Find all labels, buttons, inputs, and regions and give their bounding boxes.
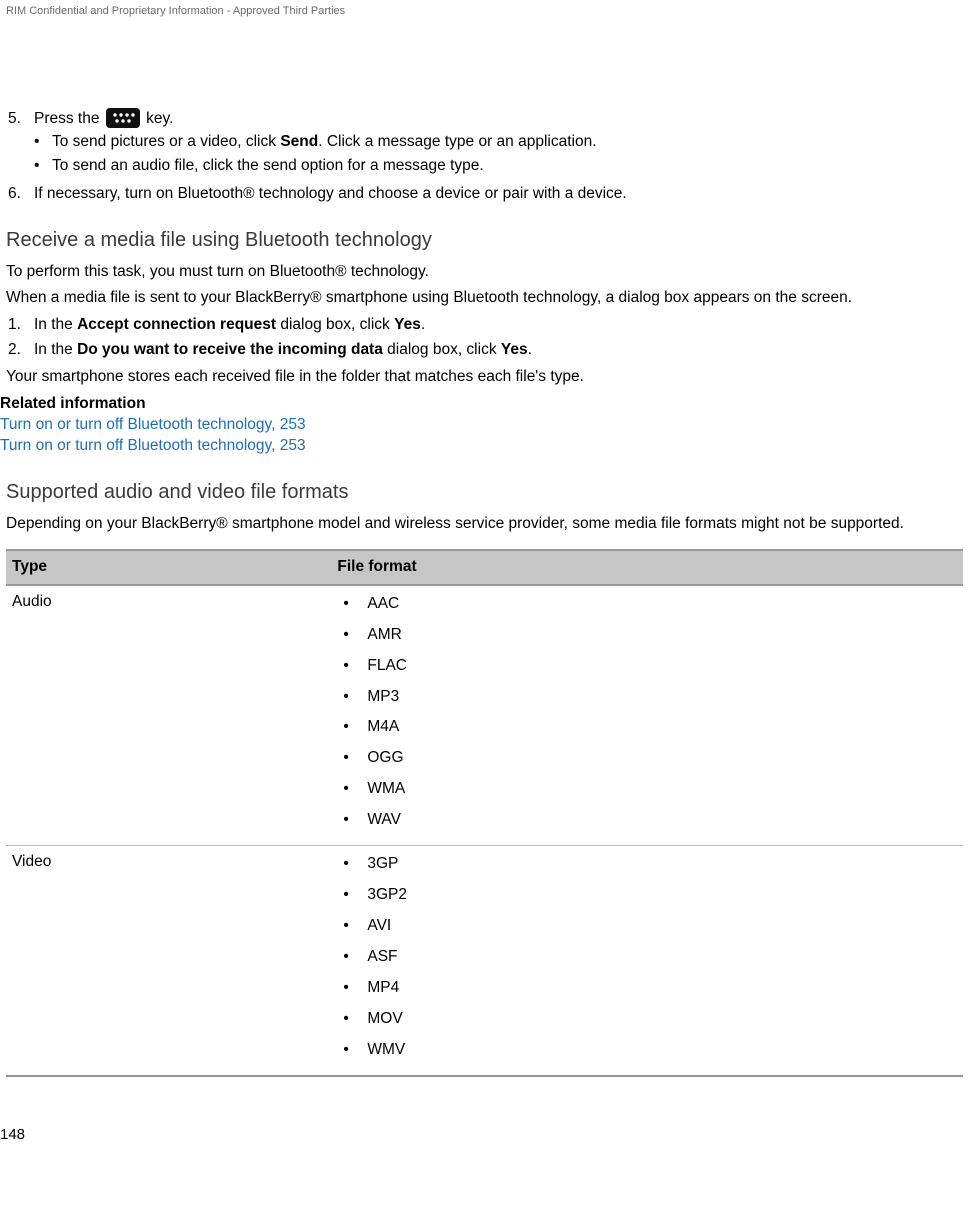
step-text: key. [146,110,173,127]
list-item: •3GP2 [337,883,957,914]
format-item: FLAC [367,656,407,677]
format-item: WMA [367,779,405,800]
table-row: Audio •AAC •AMR •FLAC •MP3 •M4A •OGG •WM… [6,585,963,846]
bullet-icon: • [343,854,367,875]
step-number: 1. [6,315,34,336]
table-cell-formats: •AAC •AMR •FLAC •MP3 •M4A •OGG •WMA •WAV [331,585,963,846]
format-item: 3GP2 [367,885,407,906]
format-item: MP4 [367,978,399,999]
step-text: Press the [34,110,104,127]
format-item: AAC [367,594,399,615]
ui-label-bold: Send [280,133,318,150]
format-item: M4A [367,717,399,738]
list-item: •MOV [337,1007,957,1038]
ui-label-bold: Do you want to receive the incoming data [77,341,383,358]
step-text: . [528,341,532,358]
format-item: 3GP [367,854,398,875]
list-item: •WAV [337,808,957,839]
list-item: •WMV [337,1038,957,1069]
table-header-format: File format [331,550,963,585]
table-row: Video •3GP •3GP2 •AVI •ASF •MP4 •MOV •WM… [6,846,963,1076]
format-item: MP3 [367,687,399,708]
format-item: AVI [367,916,391,937]
bullet-text: . Click a message type or an application… [318,133,596,150]
bullet-icon: • [343,947,367,968]
table-cell-formats: •3GP •3GP2 •AVI •ASF •MP4 •MOV •WMV [331,846,963,1076]
format-item: OGG [367,748,403,769]
format-item: ASF [367,947,397,968]
step-text: . [421,316,425,333]
step-list: 1. In the Accept connection request dial… [6,315,963,361]
bullet-icon: • [343,748,367,769]
related-link-bluetooth-2[interactable]: Turn on or turn off Bluetooth technology… [0,436,963,457]
step-item: 5. Press the [6,109,963,180]
sub-bullet-list: • To send pictures or a video, click Sen… [34,132,963,177]
table-cell-type: Video [6,846,331,1076]
menu-key-icon [106,108,140,128]
ui-label-bold: Accept connection request [77,316,276,333]
list-item: •3GP [337,852,957,883]
format-item: MOV [367,1009,402,1030]
bullet-icon: • [343,656,367,677]
ui-label-bold: Yes [394,316,421,333]
list-item: •AMR [337,623,957,654]
list-item: •OGG [337,746,957,777]
step-number: 2. [6,340,34,361]
paragraph: Your smartphone stores each received fil… [6,367,963,388]
list-item: •MP3 [337,685,957,716]
list-item: •ASF [337,945,957,976]
paragraph: To perform this task, you must turn on B… [6,262,963,283]
page-number: 148 [0,1125,963,1145]
step-item: 1. In the Accept connection request dial… [6,315,963,336]
bullet-icon: • [343,594,367,615]
list-item: •MP4 [337,976,957,1007]
list-item: • To send an audio file, click the send … [34,156,963,177]
step-list-continued: 5. Press the [6,109,963,205]
bullet-icon: • [34,132,52,153]
table-header-type: Type [6,550,331,585]
step-text: dialog box, click [276,316,394,333]
section-heading-supported-formats: Supported audio and video file formats [6,479,963,506]
formats-table: Type File format Audio •AAC •AMR •FLAC •… [6,549,963,1077]
paragraph: When a media file is sent to your BlackB… [6,288,963,309]
step-number: 5. [6,109,34,180]
related-info-heading: Related information [0,394,963,415]
bullet-text: To send an audio file, click the send op… [52,156,484,177]
bullet-icon: • [343,916,367,937]
step-text: In the [34,341,77,358]
bullet-icon: • [343,810,367,831]
bullet-text: To send pictures or a video, click [52,133,280,150]
format-item: WMV [367,1040,405,1061]
bullet-icon: • [343,717,367,738]
bullet-icon: • [343,1040,367,1061]
list-item: •AAC [337,592,957,623]
list-item: •M4A [337,715,957,746]
bullet-icon: • [343,978,367,999]
step-text: In the [34,316,77,333]
list-item: •FLAC [337,654,957,685]
list-item: •WMA [337,777,957,808]
ui-label-bold: Yes [501,341,528,358]
step-text: dialog box, click [383,341,501,358]
bullet-icon: • [343,779,367,800]
bullet-icon: • [343,687,367,708]
step-text: If necessary, turn on Bluetooth® technol… [34,185,627,202]
confidential-header: RIM Confidential and Proprietary Informa… [6,4,963,19]
list-item: • To send pictures or a video, click Sen… [34,132,963,153]
bullet-icon: • [34,156,52,177]
format-item: WAV [367,810,401,831]
paragraph: Depending on your BlackBerry® smartphone… [6,514,963,535]
step-number: 6. [6,184,34,205]
bullet-icon: • [343,885,367,906]
list-item: •AVI [337,914,957,945]
table-header-row: Type File format [6,550,963,585]
related-link-bluetooth-1[interactable]: Turn on or turn off Bluetooth technology… [0,415,963,436]
table-cell-type: Audio [6,585,331,846]
bullet-icon: • [343,1009,367,1030]
section-heading-receive-bluetooth: Receive a media file using Bluetooth tec… [6,227,963,254]
format-item: AMR [367,625,401,646]
step-item: 2. In the Do you want to receive the inc… [6,340,963,361]
bullet-icon: • [343,625,367,646]
step-item: 6. If necessary, turn on Bluetooth® tech… [6,184,963,205]
